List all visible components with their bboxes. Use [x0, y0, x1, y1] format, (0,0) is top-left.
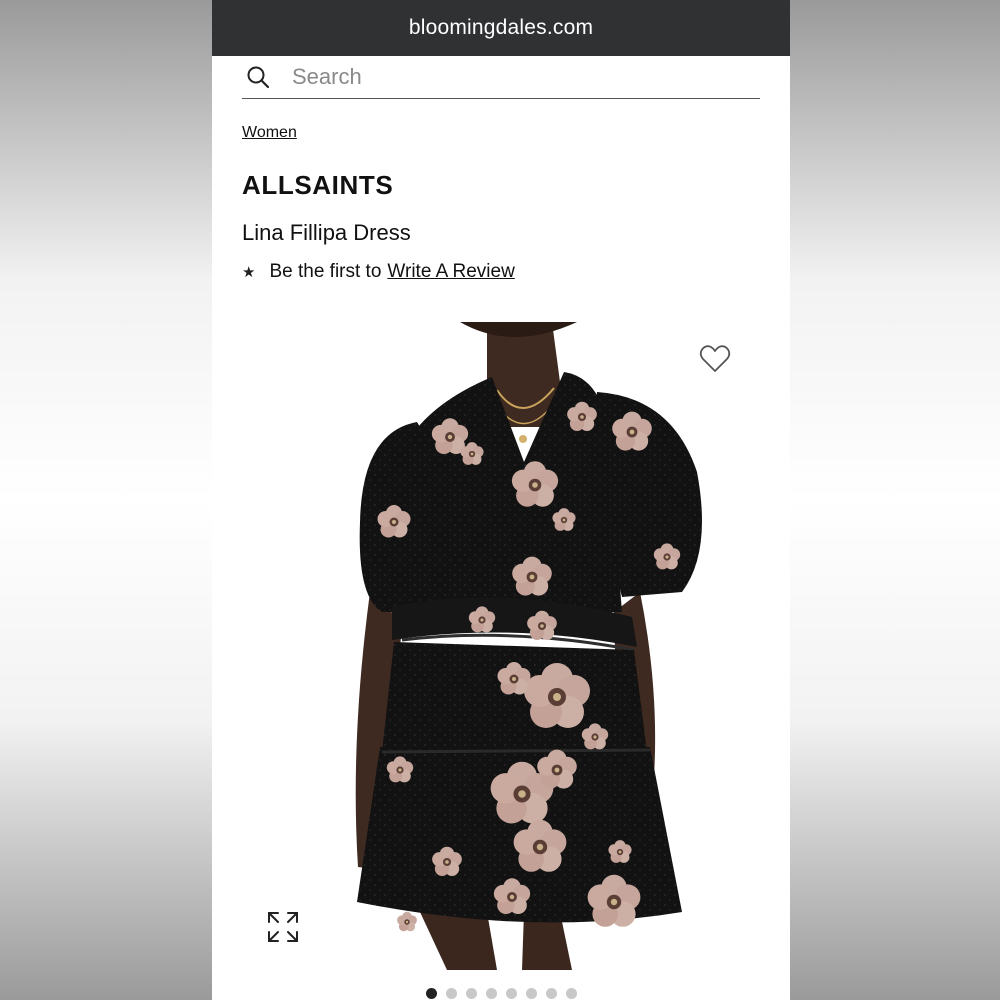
carousel-dot[interactable]	[425, 988, 437, 999]
url-text: bloomingdales.com	[408, 16, 594, 39]
review-row: ★ Be the first to Write A Review	[242, 261, 515, 283]
star-icon: ★	[242, 264, 256, 281]
carousel-dot[interactable]	[505, 988, 517, 999]
write-review-link[interactable]: Write A Review	[387, 261, 514, 283]
phone-screen: bloomingdales.com Women ALLSAINTS Lina F…	[212, 0, 790, 1000]
search-icon[interactable]	[246, 64, 272, 90]
product-image[interactable]	[242, 322, 760, 970]
carousel-dot[interactable]	[465, 988, 477, 999]
carousel-dot[interactable]	[525, 988, 537, 999]
dress-illustration	[355, 322, 702, 970]
product-title: Lina Fillipa Dress	[242, 220, 411, 245]
carousel-dot[interactable]	[545, 988, 557, 999]
search-bar[interactable]	[242, 56, 760, 99]
carousel-dots	[212, 988, 790, 1000]
brand-name[interactable]: ALLSAINTS	[242, 170, 393, 201]
review-prompt: Be the first to	[269, 261, 382, 282]
browser-url-bar[interactable]: bloomingdales.com	[212, 0, 790, 56]
carousel-dot[interactable]	[485, 988, 497, 999]
heart-icon[interactable]	[698, 342, 732, 376]
breadcrumb-women[interactable]: Women	[242, 124, 297, 142]
expand-icon[interactable]	[266, 910, 300, 944]
search-input[interactable]	[292, 64, 712, 90]
carousel-dot[interactable]	[445, 988, 457, 999]
carousel-dot[interactable]	[565, 988, 577, 999]
